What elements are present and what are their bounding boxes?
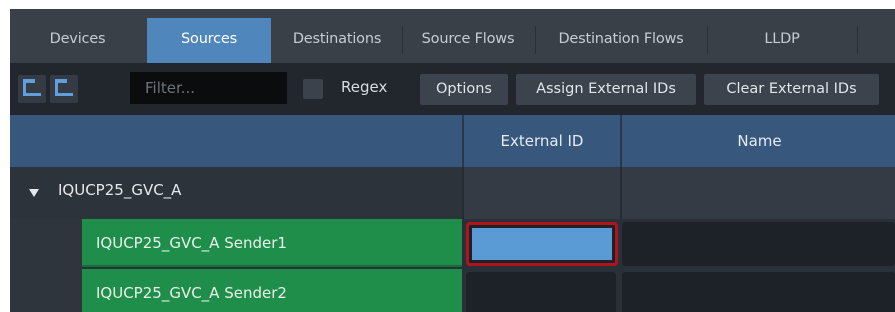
tab-devices[interactable]: Devices <box>10 16 145 63</box>
table-header: External ID Name <box>10 115 895 167</box>
expand-all-button[interactable] <box>18 75 46 103</box>
group-row[interactable]: IQUCP25_GVC_A <box>10 167 895 219</box>
expand-triangle-icon[interactable] <box>29 189 39 197</box>
options-button[interactable]: Options <box>420 74 508 105</box>
tab-sources[interactable]: Sources <box>147 18 271 63</box>
external-id-cell[interactable] <box>466 272 616 312</box>
tab-destinations[interactable]: Destinations <box>275 16 399 63</box>
expand-all-icon <box>23 79 41 96</box>
table-row[interactable]: IQUCP25_GVC_A Sender1 <box>10 219 895 269</box>
group-external-id-cell <box>462 167 620 219</box>
tab-divider <box>535 26 536 54</box>
external-id-input[interactable] <box>472 228 612 260</box>
row-indent <box>10 269 82 312</box>
app-frame: Devices Sources Destinations Source Flow… <box>10 9 895 312</box>
header-cell-external-id[interactable]: External ID <box>462 115 620 167</box>
tab-divider <box>707 26 708 54</box>
tab-destination-flows[interactable]: Destination Flows <box>537 16 705 63</box>
sender-name-cell[interactable]: IQUCP25_GVC_A Sender2 <box>82 269 462 312</box>
name-cell[interactable] <box>622 222 895 266</box>
table-row[interactable]: IQUCP25_GVC_A Sender2 <box>10 269 895 312</box>
external-id-cell-selected[interactable] <box>466 222 618 266</box>
tab-divider <box>857 26 858 54</box>
tab-source-flows[interactable]: Source Flows <box>404 16 532 63</box>
regex-label: Regex <box>341 78 388 96</box>
clear-external-ids-button[interactable]: Clear External IDs <box>704 74 879 105</box>
header-cell-name[interactable]: Name <box>620 115 895 167</box>
row-indent <box>10 219 82 269</box>
tab-lldp[interactable]: LLDP <box>709 16 855 63</box>
tab-overflow[interactable] <box>859 16 895 63</box>
regex-checkbox[interactable] <box>303 79 323 99</box>
toolbar: Regex Options Assign External IDs Clear … <box>10 63 895 115</box>
tab-divider <box>402 26 403 54</box>
collapse-all-button[interactable] <box>50 75 78 103</box>
name-cell[interactable] <box>622 272 895 312</box>
group-label: IQUCP25_GVC_A <box>58 181 182 199</box>
header-cell-tree[interactable] <box>10 115 462 167</box>
collapse-all-icon <box>55 79 73 96</box>
assign-external-ids-button[interactable]: Assign External IDs <box>516 74 696 105</box>
tab-bar: Devices Sources Destinations Source Flow… <box>10 9 895 63</box>
filter-input[interactable] <box>130 72 287 104</box>
sender-name-cell[interactable]: IQUCP25_GVC_A Sender1 <box>82 219 462 267</box>
group-name-cell <box>620 167 895 219</box>
